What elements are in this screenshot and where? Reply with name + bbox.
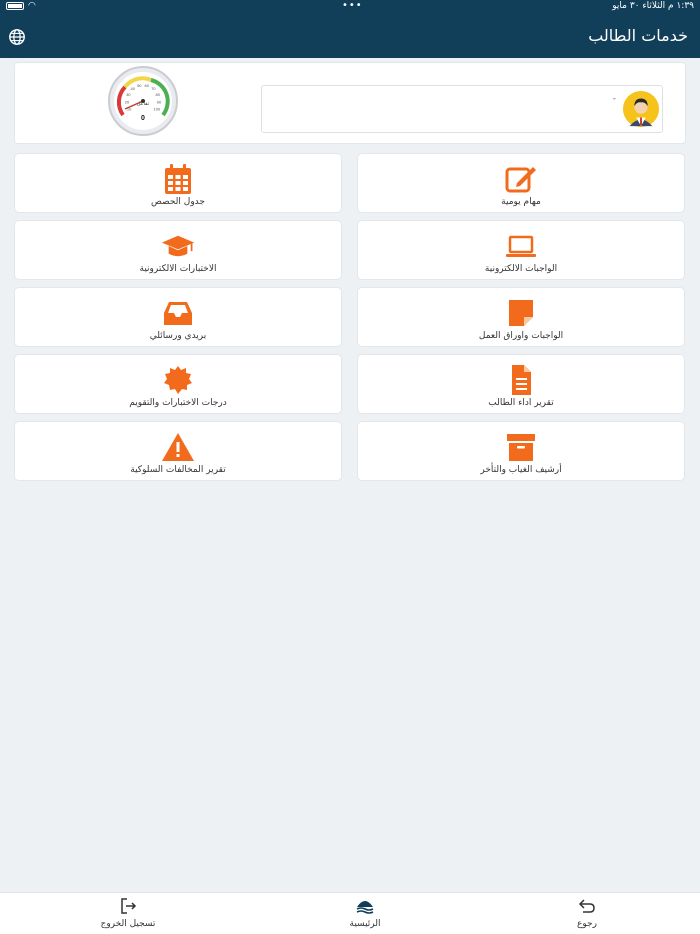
badge-icon bbox=[164, 366, 192, 394]
back-label: رجوع bbox=[577, 919, 597, 929]
globe-icon[interactable] bbox=[8, 28, 26, 46]
home-button[interactable]: الرئيسية bbox=[340, 897, 390, 929]
logout-button[interactable]: تسجيل الخروج bbox=[98, 897, 158, 929]
status-bar: ◠ ••• ١:٣٩ م الثلاثاء ٣٠ مايو bbox=[0, 0, 700, 14]
tile-e-homework[interactable]: الواجبات الالكترونية bbox=[357, 220, 685, 280]
archive-box-icon bbox=[507, 434, 535, 461]
home-logo-icon bbox=[356, 901, 374, 914]
bottom-nav: رجوع الرئيسية تسجيل الخروج bbox=[0, 892, 700, 934]
status-time-date: ١:٣٩ م الثلاثاء ٣٠ مايو bbox=[612, 1, 694, 11]
gauge-tick-label: 90 bbox=[157, 99, 162, 104]
gauge-tick-label: 20 bbox=[125, 99, 130, 104]
gauge-tick-label: 60 bbox=[144, 83, 149, 88]
inbox-icon bbox=[164, 302, 192, 325]
tile-label: بريدي ورسائلي bbox=[149, 331, 207, 341]
gauge-tick-label: 40 bbox=[130, 86, 135, 91]
battery-icon bbox=[6, 2, 24, 10]
gauge-tick-label: 70 bbox=[151, 86, 156, 91]
interaction-gauge: 1020304050 60708090100 تفاعل 0 bbox=[108, 66, 178, 136]
tile-daily-tasks[interactable]: مهام يومية bbox=[357, 153, 685, 213]
calendar-icon bbox=[165, 164, 191, 194]
wifi-icon: ◠ bbox=[28, 1, 36, 11]
tile-class-schedule[interactable]: جدول الحصص bbox=[14, 153, 342, 213]
back-button[interactable]: رجوع bbox=[572, 897, 602, 929]
student-name-box: - bbox=[261, 85, 663, 133]
status-left: ◠ bbox=[6, 1, 36, 11]
home-label: الرئيسية bbox=[349, 919, 381, 929]
app-header: خدمات الطالب bbox=[0, 14, 700, 58]
tile-label: مهام يومية bbox=[501, 197, 541, 207]
multitask-dots[interactable]: ••• bbox=[342, 0, 363, 11]
tile-label: تقرير المخالفات السلوكية bbox=[130, 465, 226, 475]
tile-homework-worksheets[interactable]: الواجبات واوراق العمل bbox=[357, 287, 685, 347]
tile-mail-messages[interactable]: بريدي ورسائلي bbox=[14, 287, 342, 347]
tile-label: تقرير اداء الطالب bbox=[488, 398, 554, 408]
tile-label: أرشيف الغياب والتأخر bbox=[480, 465, 562, 475]
page-title: خدمات الطالب bbox=[588, 26, 688, 45]
tile-label: جدول الحصص bbox=[151, 197, 205, 207]
gauge-tick-label: 100 bbox=[154, 107, 161, 112]
tile-e-exams[interactable]: الاختبارات الالكترونية bbox=[14, 220, 342, 280]
edit-icon bbox=[505, 167, 536, 193]
gauge-value: 0 bbox=[141, 115, 145, 122]
tile-label: الواجبات واوراق العمل bbox=[478, 331, 564, 341]
gauge-tick-label: 80 bbox=[155, 92, 160, 97]
undo-icon bbox=[578, 899, 595, 913]
document-icon bbox=[512, 365, 531, 395]
tile-label: الواجبات الالكترونية bbox=[484, 264, 558, 274]
laptop-icon bbox=[506, 235, 536, 257]
student-avatar-icon bbox=[622, 90, 660, 128]
tile-performance-report[interactable]: تقرير اداء الطالب bbox=[357, 354, 685, 414]
tile-exam-grades[interactable]: درجات الاختبارات والتقويم bbox=[14, 354, 342, 414]
tile-label: درجات الاختبارات والتقويم bbox=[129, 398, 227, 408]
tile-label: الاختبارات الالكترونية bbox=[139, 264, 217, 274]
gauge-tick-label: 50 bbox=[137, 83, 142, 88]
profile-card: - 10 20 30 40 50 60 70 80 90 100 تفاعل 0 bbox=[14, 62, 686, 144]
student-name: - bbox=[612, 94, 616, 104]
warning-icon bbox=[162, 433, 194, 461]
graduation-cap-icon bbox=[161, 235, 195, 257]
logout-label: تسجيل الخروج bbox=[100, 919, 156, 929]
tile-behavior-report[interactable]: تقرير المخالفات السلوكية bbox=[14, 421, 342, 481]
logout-icon bbox=[121, 898, 137, 914]
sticky-note-icon bbox=[509, 300, 533, 326]
tile-absence-archive[interactable]: أرشيف الغياب والتأخر bbox=[357, 421, 685, 481]
gauge-tick-label: 30 bbox=[126, 92, 131, 97]
